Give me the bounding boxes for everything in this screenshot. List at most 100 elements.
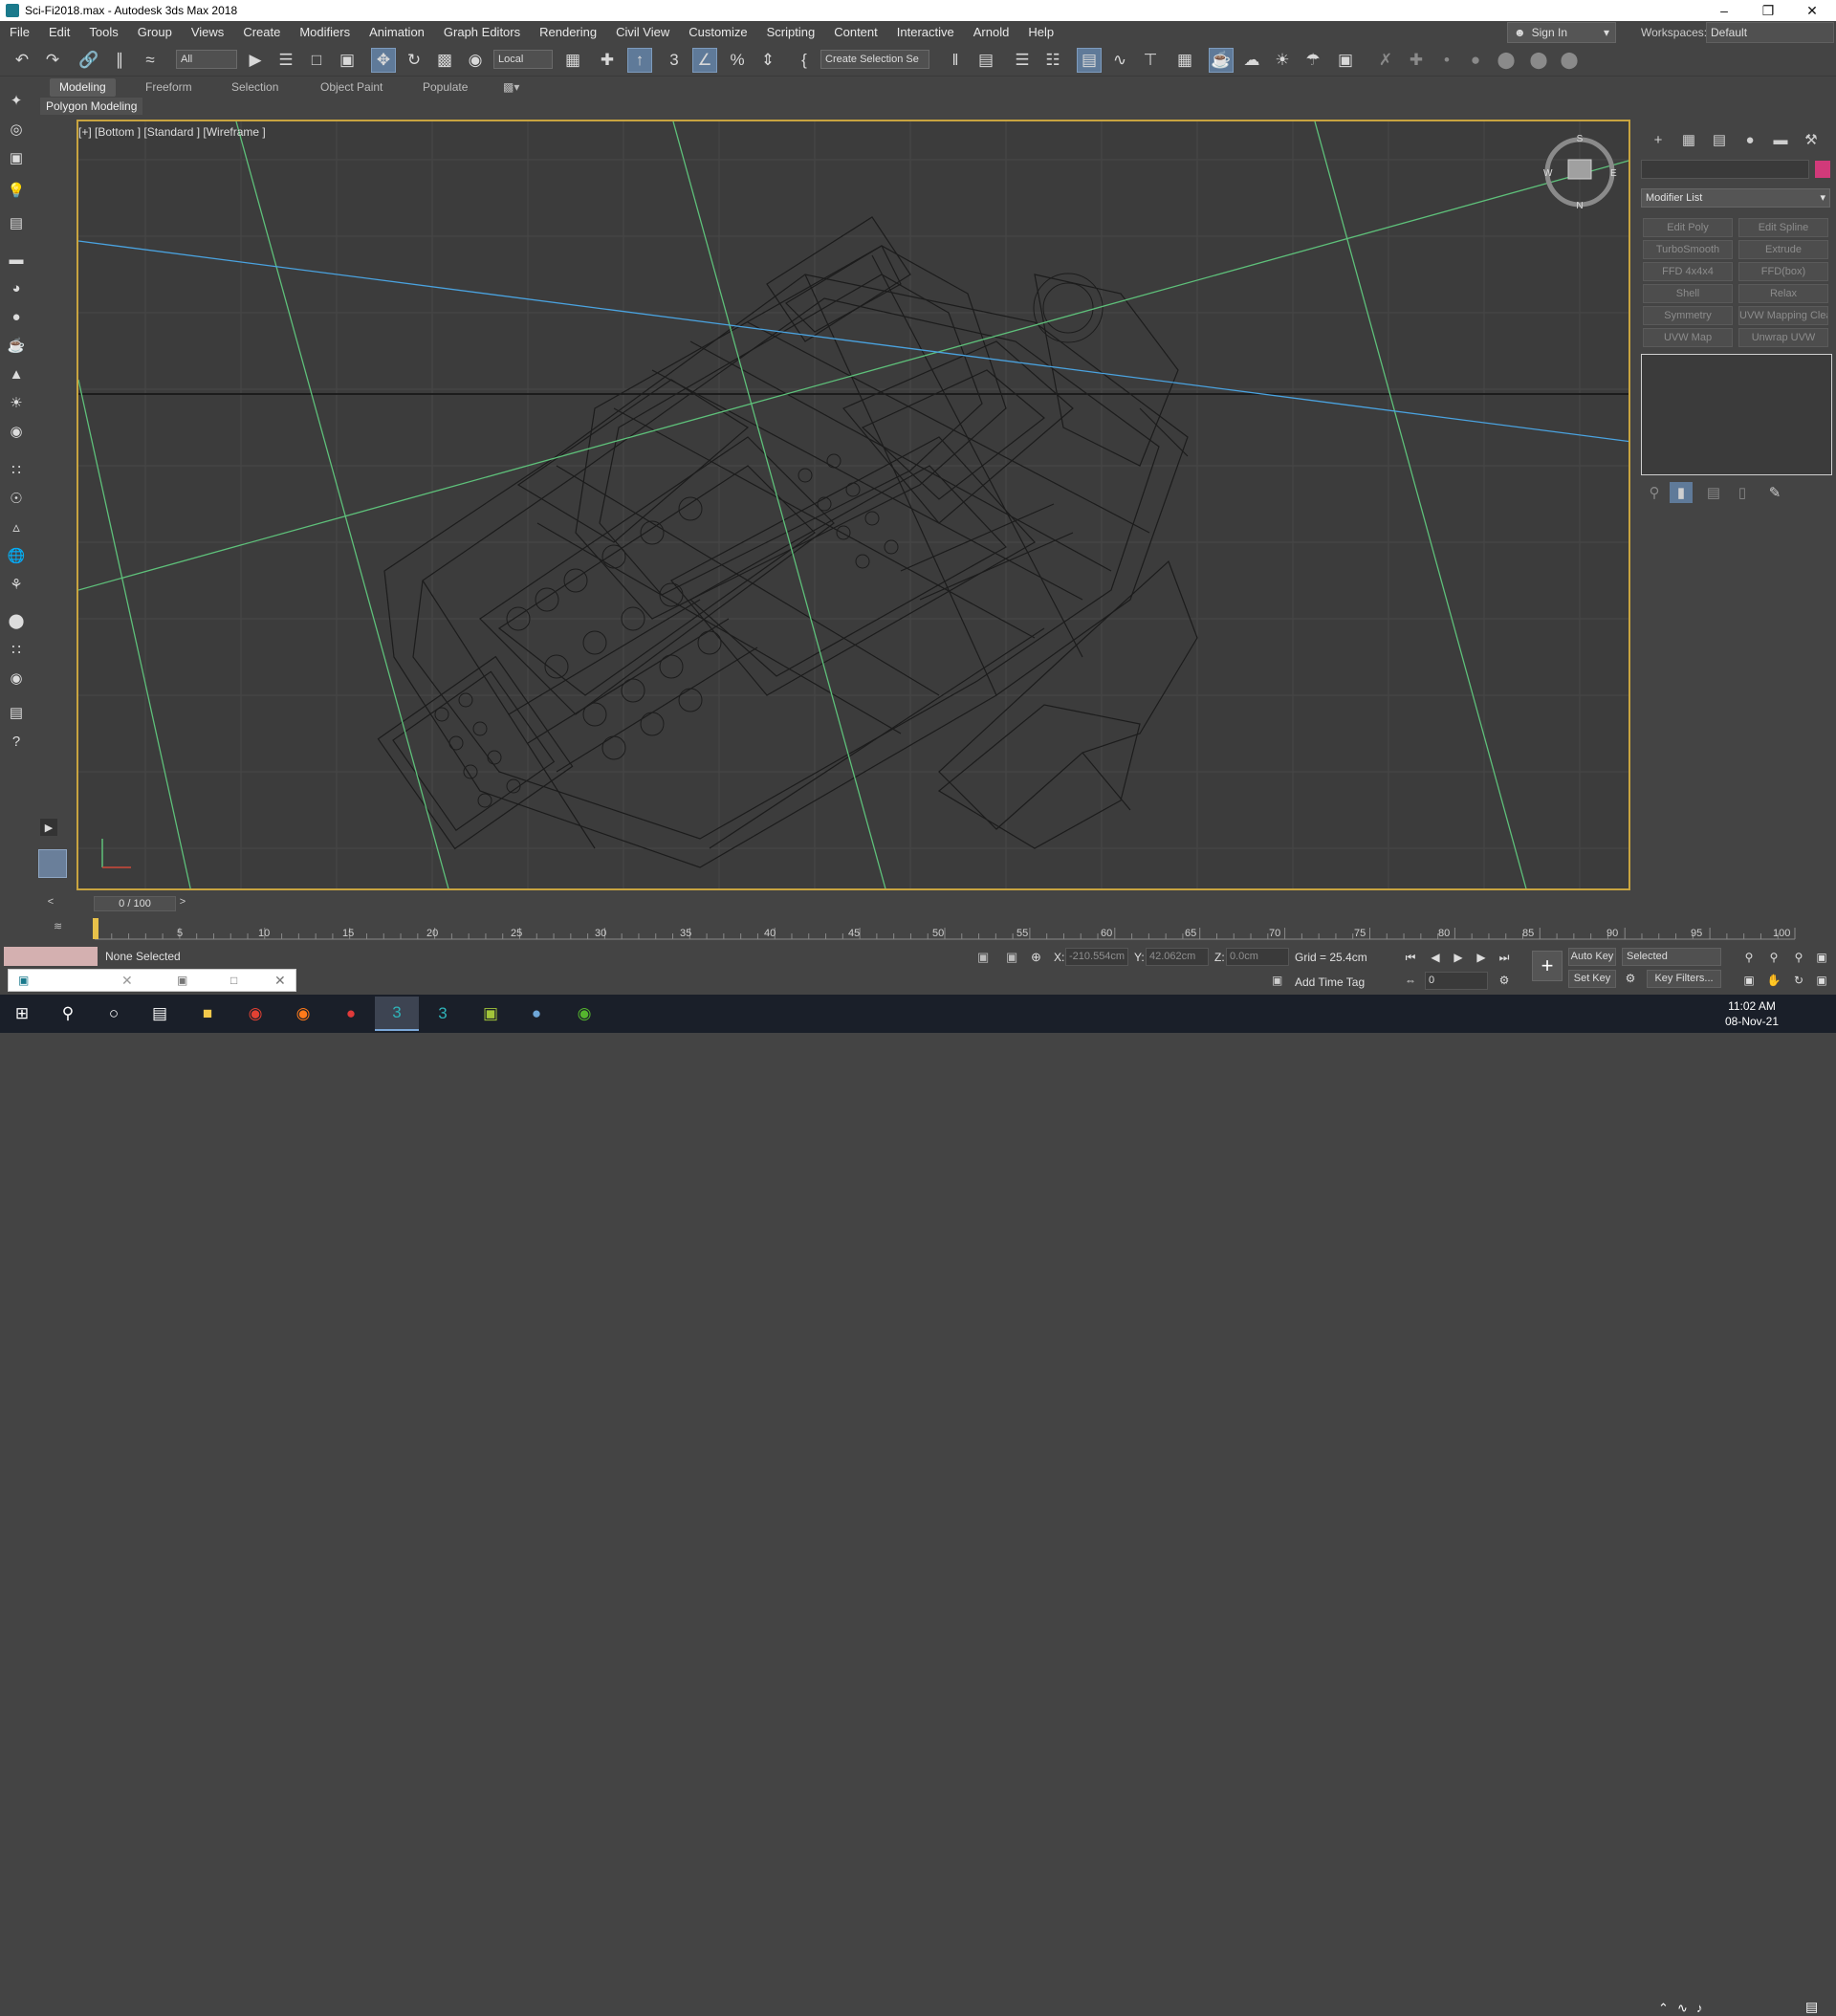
cortana-icon[interactable]: ○ [92, 997, 136, 1031]
time-configuration-icon[interactable]: ⚙ [1496, 972, 1513, 989]
zoom-icon[interactable]: ⚲ [1740, 949, 1758, 966]
modify-tab-icon[interactable]: ▦ [1677, 129, 1700, 150]
viewport-label[interactable]: [+] [Bottom ] [Standard ] [Wireframe ] [78, 125, 266, 139]
viewcube-compass[interactable]: S N W E [1541, 134, 1618, 210]
modifier-uvw-map[interactable]: UVW Map [1643, 328, 1733, 347]
helpers-icon[interactable]: ☉ [6, 488, 27, 509]
modifier-shell[interactable]: Shell [1643, 284, 1733, 303]
redo-icon[interactable]: ↷ [40, 48, 65, 73]
render-setup-icon[interactable]: ▦ [1172, 48, 1197, 73]
tab-object-paint[interactable]: Object Paint [311, 78, 392, 97]
activeshade-icon[interactable]: ☂ [1300, 48, 1325, 73]
render-iterative-icon[interactable]: ☀ [1270, 48, 1295, 73]
curve-editor-toggle-icon[interactable]: ≋ [54, 920, 62, 932]
absolute-mode-icon[interactable]: ⊕ [1031, 950, 1041, 965]
render-in-cloud-icon[interactable]: ▣ [1333, 48, 1358, 73]
select-and-place-icon[interactable]: ◉ [463, 48, 488, 73]
play-icon[interactable]: ▶ [1450, 949, 1467, 966]
configure-modifier-sets-icon[interactable]: ✎ [1763, 482, 1786, 503]
preview-close-icon[interactable]: ✕ [121, 973, 133, 989]
preview-restore-icon[interactable]: □ [230, 974, 237, 987]
sphere-large-icon[interactable]: ⬤ [1557, 48, 1582, 73]
minimize-icon[interactable]: – [1702, 0, 1746, 21]
menu-modifiers[interactable]: Modifiers [290, 21, 360, 44]
teapot-icon[interactable]: ☕ [6, 335, 27, 356]
zoom-all-icon[interactable]: ⚲ [1765, 949, 1782, 966]
key-mode-dropdown[interactable]: Selected [1622, 948, 1721, 966]
next-key-icon[interactable]: ▶ [1473, 949, 1490, 966]
next-frame-icon[interactable]: > [176, 896, 189, 911]
rendered-frame-window-icon[interactable]: ☕ [1209, 48, 1234, 73]
task-view-icon[interactable]: ▤ [138, 997, 182, 1031]
current-frame-field[interactable]: 0 [1425, 972, 1488, 990]
y-coordinate-field[interactable]: 42.062cm [1146, 948, 1209, 966]
preview-close-icon[interactable]: ✕ [274, 973, 286, 989]
menu-help[interactable]: Help [1018, 21, 1063, 44]
menu-create[interactable]: Create [233, 21, 290, 44]
modifier-unwrap-uvw[interactable]: Unwrap UVW [1738, 328, 1828, 347]
remove-modifier-icon[interactable]: ▯ [1731, 482, 1754, 503]
set-key-icon[interactable]: + [1532, 951, 1563, 981]
select-object-icon[interactable]: ▶ [243, 48, 268, 73]
utilities-tab-icon[interactable]: ⚒ [1800, 129, 1823, 150]
3ds-max-icon[interactable]: 3 [375, 997, 419, 1031]
create-tab-icon[interactable]: + [1647, 129, 1670, 150]
viewport-bottom[interactable] [76, 120, 1630, 890]
modifier-edit-poly[interactable]: Edit Poly [1643, 218, 1733, 237]
box-icon[interactable]: ▣ [6, 147, 27, 168]
modifier-list-dropdown[interactable]: Modifier List ▾ [1641, 188, 1830, 208]
plane-icon[interactable]: ▬ [6, 249, 27, 270]
object-name-field[interactable] [1641, 160, 1809, 179]
cone-icon[interactable]: ▲ [6, 363, 27, 384]
app-icon-blue[interactable]: ● [514, 997, 558, 1031]
lock-selection-icon[interactable]: ▣ [1006, 950, 1017, 965]
mirror-icon[interactable]: ‖ [943, 48, 968, 73]
keyboard-shortcut-override-icon[interactable]: ↑ [627, 48, 652, 73]
small-circle-icon[interactable]: • [1434, 48, 1459, 73]
menu-arnold[interactable]: Arnold [964, 21, 1019, 44]
shapes-icon[interactable]: ◎ [6, 119, 27, 140]
make-unique-icon[interactable]: ▤ [1702, 482, 1725, 503]
menu-group[interactable]: Group [128, 21, 182, 44]
snaps-toggle-icon[interactable]: 3 [662, 48, 687, 73]
z-coordinate-field[interactable]: 0.0cm [1226, 948, 1289, 966]
firefox-icon[interactable]: ◉ [281, 997, 325, 1031]
field-of-view-icon[interactable]: ▣ [1740, 972, 1758, 989]
angle-snap-icon[interactable]: ∠ [692, 48, 717, 73]
substance-icon[interactable]: ● [329, 997, 373, 1031]
sun-icon[interactable]: ☀ [6, 392, 27, 413]
3ds-max-second-icon[interactable]: 3 [421, 997, 465, 1031]
key-filters-icon[interactable]: ⚙ [1622, 970, 1639, 987]
orbit-icon[interactable]: ↻ [1790, 972, 1807, 989]
modifier-stack[interactable] [1641, 354, 1832, 475]
viewport-layout-icon[interactable] [38, 849, 67, 878]
biped-icon[interactable]: ▵ [6, 516, 27, 537]
previous-frame-icon[interactable]: < [44, 896, 57, 911]
named-selection-set-dropdown[interactable]: Create Selection Se [820, 50, 929, 69]
previous-key-icon[interactable]: ◀ [1427, 949, 1444, 966]
utorrent-icon[interactable]: ◉ [562, 997, 606, 1031]
wifi-icon[interactable]: ∿ [1677, 2001, 1688, 2016]
pivot-center-icon[interactable]: ▦ [560, 48, 585, 73]
isolate-selection-icon[interactable]: ▣ [977, 950, 989, 965]
expand-icon[interactable]: ▶ [40, 819, 57, 836]
layer-explorer-icon[interactable]: ☰ [1010, 48, 1035, 73]
set-key-button[interactable]: Set Key [1568, 970, 1616, 988]
material-sphere-icon[interactable]: ⬤ [6, 610, 27, 631]
sphere-icon[interactable]: ⬤ [1526, 48, 1551, 73]
create-panel-icon[interactable]: ✦ [6, 90, 27, 111]
menu-customize[interactable]: Customize [679, 21, 756, 44]
chrome-icon[interactable]: ◉ [233, 997, 277, 1031]
menu-views[interactable]: Views [182, 21, 233, 44]
tool-icon[interactable]: ▣ [469, 997, 513, 1031]
hierarchy-tab-icon[interactable]: ▤ [1708, 129, 1731, 150]
tab-freeform[interactable]: Freeform [136, 78, 202, 97]
globe-icon[interactable]: 🌐 [6, 545, 27, 566]
pin-stack-icon[interactable]: ⚲ [1643, 482, 1666, 503]
pan-view-icon[interactable]: ✋ [1765, 972, 1782, 989]
time-tag-icon[interactable]: ▣ [1272, 974, 1282, 987]
spinner-snap-icon[interactable]: ⇕ [755, 48, 780, 73]
key-filters-button[interactable]: Key Filters... [1647, 970, 1721, 988]
show-hidden-icons-icon[interactable]: ⌃ [1658, 2001, 1669, 2016]
menu-rendering[interactable]: Rendering [530, 21, 606, 44]
